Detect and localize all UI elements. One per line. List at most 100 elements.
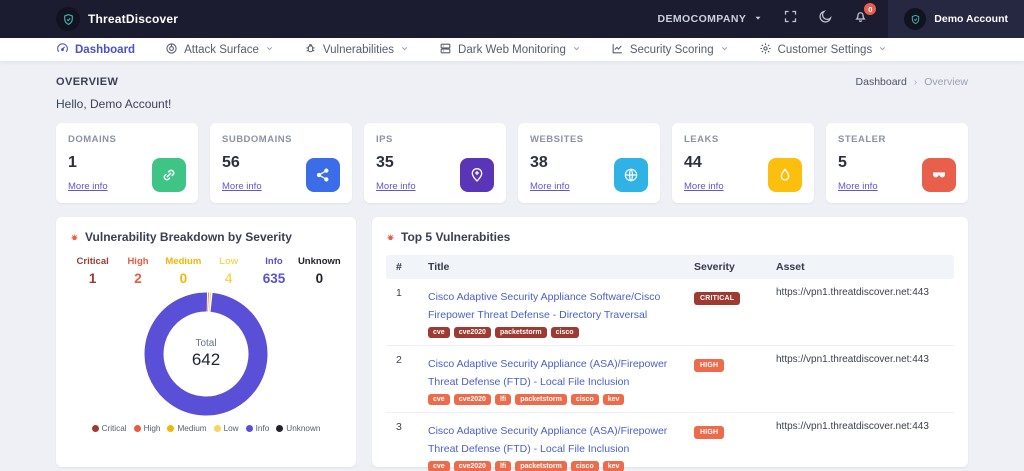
legend-dot-icon (276, 425, 283, 432)
table-row: 2Cisco Adaptive Security Appliance (ASA)… (386, 346, 954, 413)
brand[interactable]: ThreatDiscover (56, 0, 178, 38)
row-severity-cell: CRITICAL (694, 287, 768, 305)
col-severity: Severity (694, 261, 768, 273)
legend-label: Medium (177, 424, 206, 433)
severity-stat-info: Info 635 (251, 256, 296, 286)
tag-badge: cisco (571, 394, 599, 405)
vulnerability-link[interactable]: Cisco Adaptive Security Appliance Softwa… (428, 291, 660, 321)
chevron-down-icon (400, 44, 409, 56)
caret-down-icon (753, 13, 763, 26)
severity-stat-value: 0 (297, 271, 342, 286)
legend-dot-icon (92, 425, 99, 432)
more-info-link[interactable]: More info (68, 181, 108, 192)
nav-item-attack-surface[interactable]: Attack Surface (165, 42, 274, 58)
sitemap-icon (306, 158, 340, 192)
more-info-link[interactable]: More info (684, 181, 724, 192)
severity-stats: Critical1High2Medium0Low4Info635Unknown0 (70, 256, 342, 286)
breadcrumb-item-overview: Overview (924, 76, 968, 88)
severity-badge: CRITICAL (694, 292, 740, 305)
vulnerabilities-table: # Title Severity Asset 1Cisco Adaptive S… (386, 255, 954, 471)
dark-mode-toggle[interactable] (808, 0, 843, 38)
row-title-cell: Cisco Adaptive Security Appliance Softwa… (428, 287, 686, 338)
notification-badge: 0 (864, 3, 876, 15)
severity-stat-critical: Critical 1 (70, 256, 115, 286)
nav-item-label: Dashboard (75, 44, 135, 56)
tag-badge: cve2020 (454, 327, 491, 338)
brand-logo-icon (56, 7, 80, 31)
company-dropdown[interactable]: DEMOCOMPANY (648, 0, 774, 38)
legend-dot-icon (167, 425, 174, 432)
legend-item-low: Low (214, 424, 239, 433)
stat-card-ips: IPS35More info (364, 123, 506, 203)
tag-list: cvecve2020packetstormcisco (428, 327, 686, 338)
stat-card-leaks: LEAKS44More info (672, 123, 814, 203)
tag-badge: cve2020 (454, 461, 491, 471)
nav-item-dark-web-monitoring[interactable]: Dark Web Monitoring (439, 42, 581, 58)
notifications-button[interactable]: 0 (843, 0, 878, 38)
nav-item-security-scoring[interactable]: Security Scoring (611, 42, 729, 58)
stat-card-subdomains: SUBDOMAINS56More info (210, 123, 352, 203)
breadcrumb-item-dashboard[interactable]: Dashboard (856, 76, 907, 88)
more-info-link[interactable]: More info (376, 181, 416, 192)
nav-item-vulnerabilities[interactable]: Vulnerabilities (304, 42, 409, 58)
row-asset: https://vpn1.threatdiscover.net:443 (776, 287, 944, 298)
map-pin-icon (460, 158, 494, 192)
severity-stat-unknown: Unknown 0 (297, 256, 342, 286)
row-number: 1 (396, 287, 420, 299)
table-row: 1 Cisco Adaptive Security Appliance Softw… (386, 279, 954, 346)
severity-stat-label: Unknown (297, 256, 342, 267)
page-title: OVERVIEW (56, 76, 118, 88)
stat-card-label: DOMAINS (68, 134, 186, 145)
vulnerability-link[interactable]: Cisco Adaptive Security Appliance (ASA)/… (428, 425, 667, 455)
nav-item-customer-settings[interactable]: Customer Settings (759, 42, 888, 58)
more-info-link[interactable]: More info (530, 181, 570, 192)
tag-badge: packetstorm (515, 394, 567, 405)
fullscreen-icon (783, 9, 798, 29)
legend-dot-icon (134, 425, 141, 432)
table-body: 1 Cisco Adaptive Security Appliance Softw… (386, 279, 954, 471)
legend-item-critical: Critical (92, 424, 127, 433)
more-info-link[interactable]: More info (222, 181, 262, 192)
row-title-cell: Cisco Adaptive Security Appliance (ASA)/… (428, 354, 686, 405)
stat-card-label: WEBSITES (530, 134, 648, 145)
more-info-link[interactable]: More info (838, 181, 878, 192)
severity-stat-value: 635 (251, 271, 296, 286)
severity-stat-high: High2 (115, 256, 160, 286)
severity-stat-label: Low (206, 256, 251, 267)
tag-badge: kev (603, 461, 625, 471)
nav-item-label: Attack Surface (184, 44, 259, 56)
stat-card-domains: DOMAINS1More info (56, 123, 198, 203)
nav-item-label: Security Scoring (630, 44, 714, 56)
fullscreen-button[interactable] (773, 0, 808, 38)
nav-item-dashboard[interactable]: Dashboard (56, 42, 135, 58)
row-severity-cell: HIGH (694, 354, 768, 372)
topbar-right: DEMOCOMPANY 0 Demo Account (648, 0, 1024, 38)
severity-stat-value: 1 (70, 271, 115, 286)
bug-icon (70, 233, 79, 242)
legend-label: Critical (102, 424, 127, 433)
vuln-panel-title: Top 5 Vulnerabities (386, 230, 954, 244)
tag-badge: cve (428, 327, 450, 338)
brand-name: ThreatDiscover (88, 12, 178, 26)
severity-stat-label: Info (251, 256, 296, 267)
tag-badge: packetstorm (515, 461, 567, 471)
severity-stat-value: 4 (206, 271, 251, 286)
chevron-down-icon (720, 44, 729, 56)
server-icon (439, 42, 452, 58)
table-row: 3Cisco Adaptive Security Appliance (ASA)… (386, 413, 954, 471)
vulnerability-link[interactable]: Cisco Adaptive Security Appliance (ASA)/… (428, 358, 667, 388)
account-menu[interactable]: Demo Account (888, 0, 1024, 38)
legend-item-medium: Medium (167, 424, 206, 433)
legend-item-high: High (134, 424, 161, 433)
legend-item-unknown: Unknown (276, 424, 320, 433)
mask-icon (922, 158, 956, 192)
severity-stat-label: Critical (70, 256, 115, 267)
main-content: OVERVIEW Dashboard›Overview Hello, Demo … (0, 62, 1024, 467)
legend-label: High (144, 424, 161, 433)
severity-panel-title: Vulnerability Breakdown by Severity (70, 230, 342, 244)
row-asset: https://vpn1.threatdiscover.net:443 (776, 421, 944, 432)
donut-segment-info (154, 302, 258, 406)
tag-badge: kev (603, 394, 625, 405)
severity-stat-value: 0 (161, 271, 206, 286)
tag-badge: cve (428, 461, 450, 471)
